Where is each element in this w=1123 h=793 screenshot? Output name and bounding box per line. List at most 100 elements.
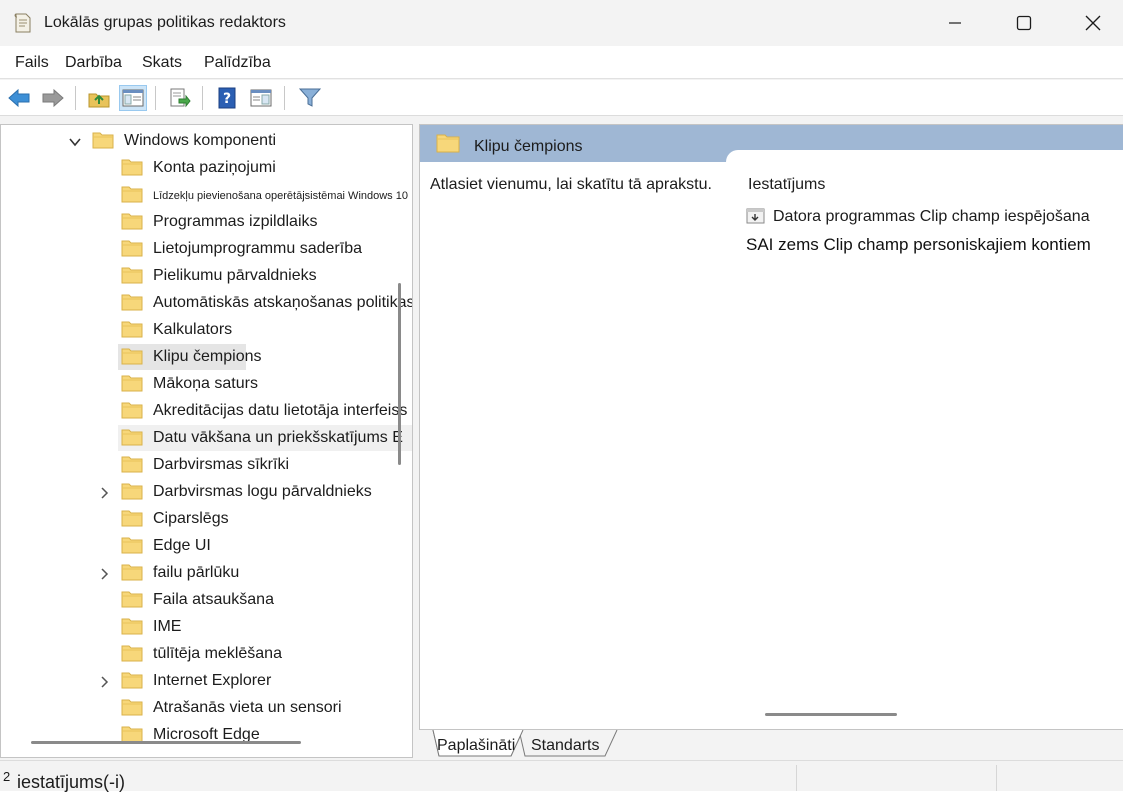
status-separator [996,765,997,791]
up-one-level-button[interactable] [85,85,113,111]
tab-standard[interactable]: Standarts [523,730,619,758]
folder-icon [121,266,143,284]
folder-icon [121,482,143,500]
help-button[interactable]: ? [213,85,241,111]
menu-file[interactable]: Fails [15,54,49,72]
tree-item[interactable]: Klipu čempions [1,344,412,371]
details-horizontal-scrollbar[interactable] [765,713,897,716]
window: Lokālās grupas politikas redaktors Fails… [0,0,1123,792]
folder-icon [121,428,143,446]
column-header-setting[interactable]: Iestatījums [748,176,825,194]
export-list-button[interactable] [166,85,194,111]
folder-icon [121,644,143,662]
tree-item[interactable]: failu pārlūku [1,560,412,587]
tree-item-label: Mākoņa saturs [153,375,258,392]
forward-button[interactable] [39,85,67,111]
svg-text:?: ? [223,91,231,107]
tree-item[interactable]: Ciparslēgs [1,506,412,533]
tree-item[interactable]: Lietojumprogrammu saderība [1,236,412,263]
folder-icon [121,590,143,608]
tree-item[interactable]: Kalkulators [1,317,412,344]
folder-icon [121,239,143,257]
show-hide-tree-icon [122,89,144,107]
tree-node-label: Windows komponenti [124,132,277,149]
tab-extended[interactable]: Paplašināti [419,730,523,758]
folder-icon [121,509,143,527]
tree-item[interactable]: IME [1,614,412,641]
close-button[interactable] [1058,0,1123,46]
tree-item[interactable]: tūlītēja meklēšana [1,641,412,668]
tree-item[interactable]: Atrašanās vieta un sensori [1,695,412,722]
tree-item[interactable]: Automātiskās atskaņošanas politikas [1,290,412,317]
tree-item[interactable]: Akreditācijas datu lietotāja interfeiss [1,398,412,425]
tab-standard-label: Standarts [531,737,600,754]
tree-item-label: Konta paziņojumi [153,159,276,176]
tree-node-windows-components[interactable]: Windows komponenti [1,128,412,155]
chevron-right-icon[interactable] [98,486,110,499]
tree-item-label: Datu vākšana un priekšskatījums E [153,429,403,446]
tree-item-label: Programmas izpildlaiks [153,213,318,230]
maximize-button[interactable] [989,0,1059,46]
tree-item-label: Internet Explorer [153,672,272,689]
folder-icon [121,158,143,176]
folder-icon [436,133,460,153]
maximize-icon [1016,15,1032,31]
folder-icon [121,671,143,689]
tree-item-label: Ciparslēgs [153,510,229,527]
tree-item[interactable]: Microsoft Edge [1,722,412,749]
tree-item-label: Darbvirsmas sīkrīki [153,456,290,473]
tree-item-label: Akreditācijas datu lietotāja interfeiss [153,402,408,419]
tree-item-label: failu pārlūku [153,564,240,581]
tree-item[interactable]: Pielikumu pārvaldnieks [1,263,412,290]
toolbar-separator [202,86,203,110]
show-hide-tree-button[interactable] [119,85,147,111]
setting-subtitle: SAI zems Clip champ personiskajiem konti… [746,235,1091,254]
extended-view-icon [250,89,272,107]
policy-editor-app-icon [13,12,33,34]
folder-icon [121,185,143,203]
details-pane: Klipu čempions Atlasiet vienumu, lai ska… [419,124,1123,729]
toolbar-separator [155,86,156,110]
menu-bar: Fails Darbība Skats Palīdzība [0,46,1123,79]
title-bar: Lokālās grupas politikas redaktors [0,0,1123,46]
toolbar: ? [0,80,1123,116]
folder-icon [121,212,143,230]
tree-item-label: tūlītēja meklēšana [153,645,282,662]
filter-button[interactable] [296,85,324,111]
menu-help[interactable]: Palīdzība [204,54,271,72]
description-text: Atlasiet vienumu, lai skatītu tā aprakst… [430,176,712,193]
folder-icon [121,563,143,581]
menu-action[interactable]: Darbība [65,54,122,72]
tree-item[interactable]: Līdzekļu pievienošana operētājsistēmai W… [1,182,412,209]
tree-item-label: Kalkulators [153,321,233,338]
extended-view-button[interactable] [247,85,275,111]
folder-icon [121,617,143,635]
back-button[interactable] [5,85,33,111]
tree-vertical-scrollbar[interactable] [398,283,401,465]
chevron-down-icon[interactable] [69,135,81,147]
tree-item[interactable]: Programmas izpildlaiks [1,209,412,236]
chevron-right-icon[interactable] [98,675,110,688]
setting-label: Datora programmas Clip champ iespējošana [773,208,1090,225]
tree-item-label: Darbvirsmas logu pārvaldnieks [153,483,372,500]
chevron-right-icon[interactable] [98,567,110,580]
tree-item[interactable]: Konta paziņojumi [1,155,412,182]
tree-item[interactable]: Edge UI [1,533,412,560]
filter-icon [299,88,321,107]
tree-item[interactable]: Darbvirsmas sīkrīki [1,452,412,479]
folder-icon [121,374,143,392]
folder-icon [121,455,143,473]
tree-item[interactable]: Datu vākšana un priekšskatījums E [1,425,412,452]
minimize-button[interactable] [920,0,990,46]
folder-icon [121,320,143,338]
tree-horizontal-scrollbar[interactable] [31,741,301,744]
view-tabs: Paplašināti Standarts [419,729,1123,758]
setting-row[interactable]: Datora programmas Clip champ iespējošana [746,204,1123,228]
menu-view[interactable]: Skats [142,54,182,72]
minimize-icon [949,22,961,24]
tree-item[interactable]: Mākoņa saturs [1,371,412,398]
tree-pane[interactable]: Windows komponenti Konta paziņojumi Līdze… [0,124,413,758]
tree-item[interactable]: Faila atsaukšana [1,587,412,614]
tree-item[interactable]: Darbvirsmas logu pārvaldnieks [1,479,412,506]
tree-item[interactable]: Internet Explorer [1,668,412,695]
